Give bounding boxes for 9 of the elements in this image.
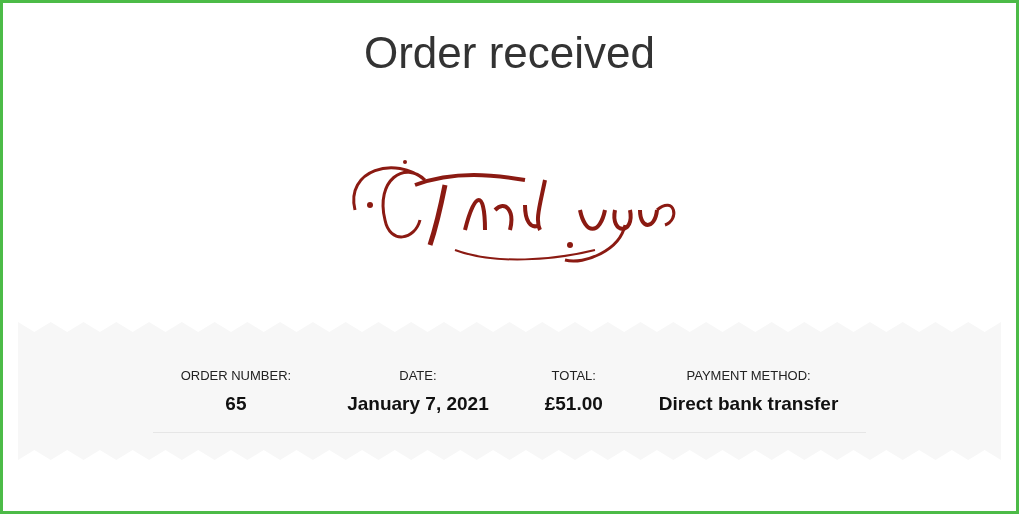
- page-title: Order received: [364, 27, 655, 79]
- detail-value: Direct bank transfer: [658, 391, 839, 416]
- detail-value: 65: [225, 391, 247, 416]
- detail-label: PAYMENT METHOD:: [686, 367, 811, 385]
- detail-value: £51.00: [544, 391, 603, 416]
- detail-label: DATE:: [399, 367, 437, 385]
- detail-label: ORDER NUMBER:: [180, 367, 292, 385]
- detail-label: TOTAL:: [551, 367, 596, 385]
- detail-value: January 7, 2021: [347, 391, 489, 416]
